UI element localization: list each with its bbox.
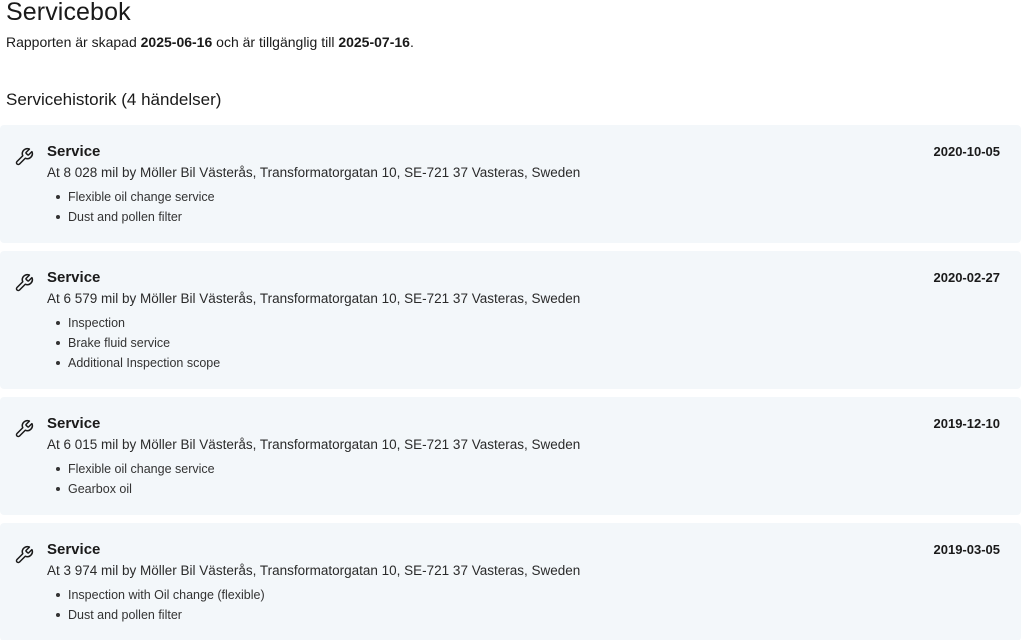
- event-title: Service: [47, 415, 101, 432]
- wrench-icon: [15, 545, 34, 564]
- servicebok-page: Servicebok Rapporten är skapad 2025-06-1…: [0, 0, 1024, 640]
- wrench-icon: [15, 147, 34, 166]
- event-description: At 6 015 mil by Möller Bil Västerås, Tra…: [47, 437, 581, 452]
- list-item: Inspection: [47, 313, 220, 333]
- report-info: Rapporten är skapad 2025-06-16 och är ti…: [6, 33, 414, 51]
- list-item: Additional Inspection scope: [47, 353, 220, 373]
- event-item-list: Flexible oil change service Gearbox oil: [47, 459, 215, 499]
- event-title: Service: [47, 143, 101, 160]
- wrench-icon: [15, 419, 34, 438]
- event-item-list: Inspection Brake fluid service Additiona…: [47, 313, 220, 373]
- event-date: 2020-10-05: [933, 144, 1001, 159]
- event-description: At 3 974 mil by Möller Bil Västerås, Tra…: [47, 563, 581, 578]
- list-item: Inspection with Oil change (flexible): [47, 585, 265, 605]
- event-item-list: Flexible oil change service Dust and pol…: [47, 187, 215, 227]
- report-middle: och är tillgänglig till: [212, 34, 339, 50]
- list-item: Dust and pollen filter: [47, 207, 215, 227]
- report-suffix: .: [409, 34, 414, 50]
- service-event-list: Service 2020-10-05 At 8 028 mil by Mölle…: [0, 125, 1021, 640]
- event-date: 2019-12-10: [933, 416, 1001, 431]
- service-history-heading: Servicehistorik (4 händelser): [6, 90, 222, 109]
- event-title: Service: [47, 269, 101, 286]
- event-description: At 6 579 mil by Möller Bil Västerås, Tra…: [47, 291, 581, 306]
- wrench-icon: [15, 273, 34, 292]
- service-event-card: Service 2019-03-05 At 3 974 mil by Mölle…: [0, 523, 1021, 640]
- list-item: Flexible oil change service: [47, 187, 215, 207]
- list-item: Flexible oil change service: [47, 459, 215, 479]
- event-date: 2019-03-05: [933, 542, 1001, 557]
- event-description: At 8 028 mil by Möller Bil Västerås, Tra…: [47, 165, 581, 180]
- report-prefix: Rapporten är skapad: [6, 34, 141, 50]
- service-event-card: Service 2019-12-10 At 6 015 mil by Mölle…: [0, 397, 1021, 515]
- service-event-card: Service 2020-02-27 At 6 579 mil by Mölle…: [0, 251, 1021, 389]
- list-item: Dust and pollen filter: [47, 605, 265, 625]
- service-event-card: Service 2020-10-05 At 8 028 mil by Mölle…: [0, 125, 1021, 243]
- event-item-list: Inspection with Oil change (flexible) Du…: [47, 585, 265, 625]
- event-title: Service: [47, 541, 101, 558]
- list-item: Brake fluid service: [47, 333, 220, 353]
- page-title: Servicebok: [6, 0, 131, 26]
- report-created-date: 2025-06-16: [140, 34, 213, 50]
- report-available-until-date: 2025-07-16: [338, 34, 410, 50]
- list-item: Gearbox oil: [47, 479, 215, 499]
- event-date: 2020-02-27: [933, 270, 1001, 285]
